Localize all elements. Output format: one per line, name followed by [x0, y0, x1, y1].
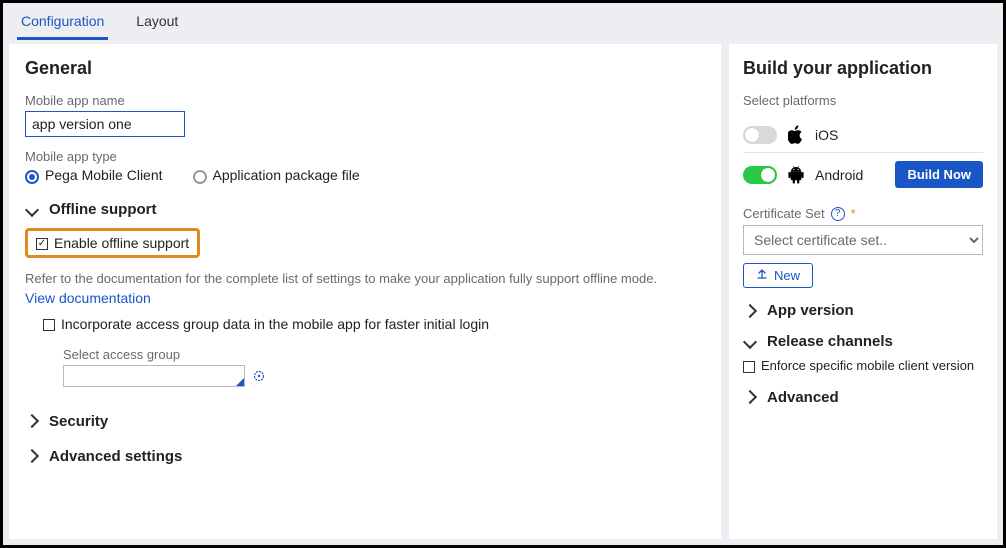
- platform-row-ios: iOS: [743, 118, 983, 153]
- app-version-title: App version: [767, 302, 854, 319]
- content-area: General Mobile app name Mobile app type …: [3, 40, 1003, 545]
- advanced-title: Advanced: [767, 389, 839, 406]
- advanced-settings-header[interactable]: Advanced settings: [25, 448, 705, 465]
- mobile-app-name-label: Mobile app name: [25, 93, 705, 108]
- radio-label: Application package file: [213, 167, 360, 183]
- android-toggle[interactable]: [743, 166, 777, 184]
- offline-support-header[interactable]: Offline support: [25, 201, 705, 218]
- checkbox-label: Incorporate access group data in the mob…: [61, 316, 489, 332]
- chevron-right-icon: [743, 390, 757, 404]
- build-now-button[interactable]: Build Now: [895, 161, 983, 188]
- configuration-panel: General Mobile app name Mobile app type …: [9, 44, 721, 539]
- release-channels-title: Release channels: [767, 333, 893, 350]
- ios-label: iOS: [815, 127, 838, 143]
- certificate-set-select[interactable]: Select certificate set..: [743, 225, 983, 255]
- view-documentation-link[interactable]: View documentation: [25, 290, 705, 306]
- chevron-right-icon: [25, 414, 39, 428]
- access-group-input[interactable]: [63, 365, 245, 387]
- apple-icon: [787, 126, 805, 144]
- chevron-right-icon: [25, 449, 39, 463]
- radio-pega-mobile-client[interactable]: Pega Mobile Client: [25, 167, 163, 183]
- select-platforms-label: Select platforms: [743, 93, 983, 108]
- crosshair-icon[interactable]: [251, 368, 267, 384]
- radio-label: Pega Mobile Client: [45, 167, 163, 183]
- advanced-settings-title: Advanced settings: [49, 448, 182, 465]
- advanced-section[interactable]: Advanced: [743, 389, 983, 406]
- offline-help-text: Refer to the documentation for the compl…: [25, 270, 705, 288]
- chevron-down-icon: [25, 202, 39, 216]
- mobile-app-type-radiogroup: Pega Mobile Client Application package f…: [25, 167, 705, 183]
- release-channels-section[interactable]: Release channels: [743, 333, 983, 350]
- android-icon: [787, 166, 805, 184]
- checkbox-icon: [36, 238, 48, 250]
- upload-icon: [756, 268, 768, 283]
- tabs-bar: Configuration Layout: [3, 3, 1003, 40]
- mobile-app-type-label: Mobile app type: [25, 149, 705, 164]
- mobile-app-name-field: Mobile app name: [25, 93, 705, 137]
- enable-offline-support-checkbox[interactable]: Enable offline support: [36, 235, 189, 251]
- checkbox-label: Enable offline support: [54, 235, 189, 251]
- radio-icon: [25, 170, 39, 184]
- enable-offline-support-highlight: Enable offline support: [25, 228, 200, 258]
- android-label: Android: [815, 167, 863, 183]
- mobile-app-name-input[interactable]: [25, 111, 185, 137]
- tab-configuration[interactable]: Configuration: [17, 9, 108, 40]
- radio-application-package-file[interactable]: Application package file: [193, 167, 360, 183]
- radio-icon: [193, 170, 207, 184]
- certificate-set-label: Certificate Set ? *: [743, 206, 983, 221]
- new-button-label: New: [774, 268, 800, 283]
- autocomplete-corner-icon: [236, 378, 244, 386]
- checkbox-icon: [43, 319, 55, 331]
- help-icon[interactable]: ?: [831, 207, 845, 221]
- security-section-header[interactable]: Security: [25, 413, 705, 430]
- build-title: Build your application: [743, 58, 983, 79]
- offline-support-title: Offline support: [49, 201, 157, 218]
- security-title: Security: [49, 413, 108, 430]
- enforce-label: Enforce specific mobile client version: [761, 358, 974, 375]
- incorporate-access-group-checkbox[interactable]: Incorporate access group data in the mob…: [43, 316, 489, 332]
- chevron-down-icon: [743, 334, 757, 348]
- enforce-version-checkbox[interactable]: Enforce specific mobile client version: [743, 358, 983, 375]
- ios-toggle[interactable]: [743, 126, 777, 144]
- build-panel: Build your application Select platforms …: [729, 44, 997, 539]
- new-certificate-button[interactable]: New: [743, 263, 813, 288]
- checkbox-icon: [743, 361, 755, 373]
- app-version-section[interactable]: App version: [743, 302, 983, 319]
- general-heading: General: [25, 58, 705, 79]
- tab-layout[interactable]: Layout: [132, 9, 182, 40]
- access-group-label: Select access group: [63, 347, 705, 362]
- mobile-app-type-field: Mobile app type Pega Mobile Client Appli…: [25, 149, 705, 183]
- platform-row-android: Android Build Now: [743, 153, 983, 196]
- chevron-right-icon: [743, 303, 757, 317]
- app-window: Configuration Layout General Mobile app …: [0, 0, 1006, 548]
- required-star-icon: *: [851, 206, 856, 221]
